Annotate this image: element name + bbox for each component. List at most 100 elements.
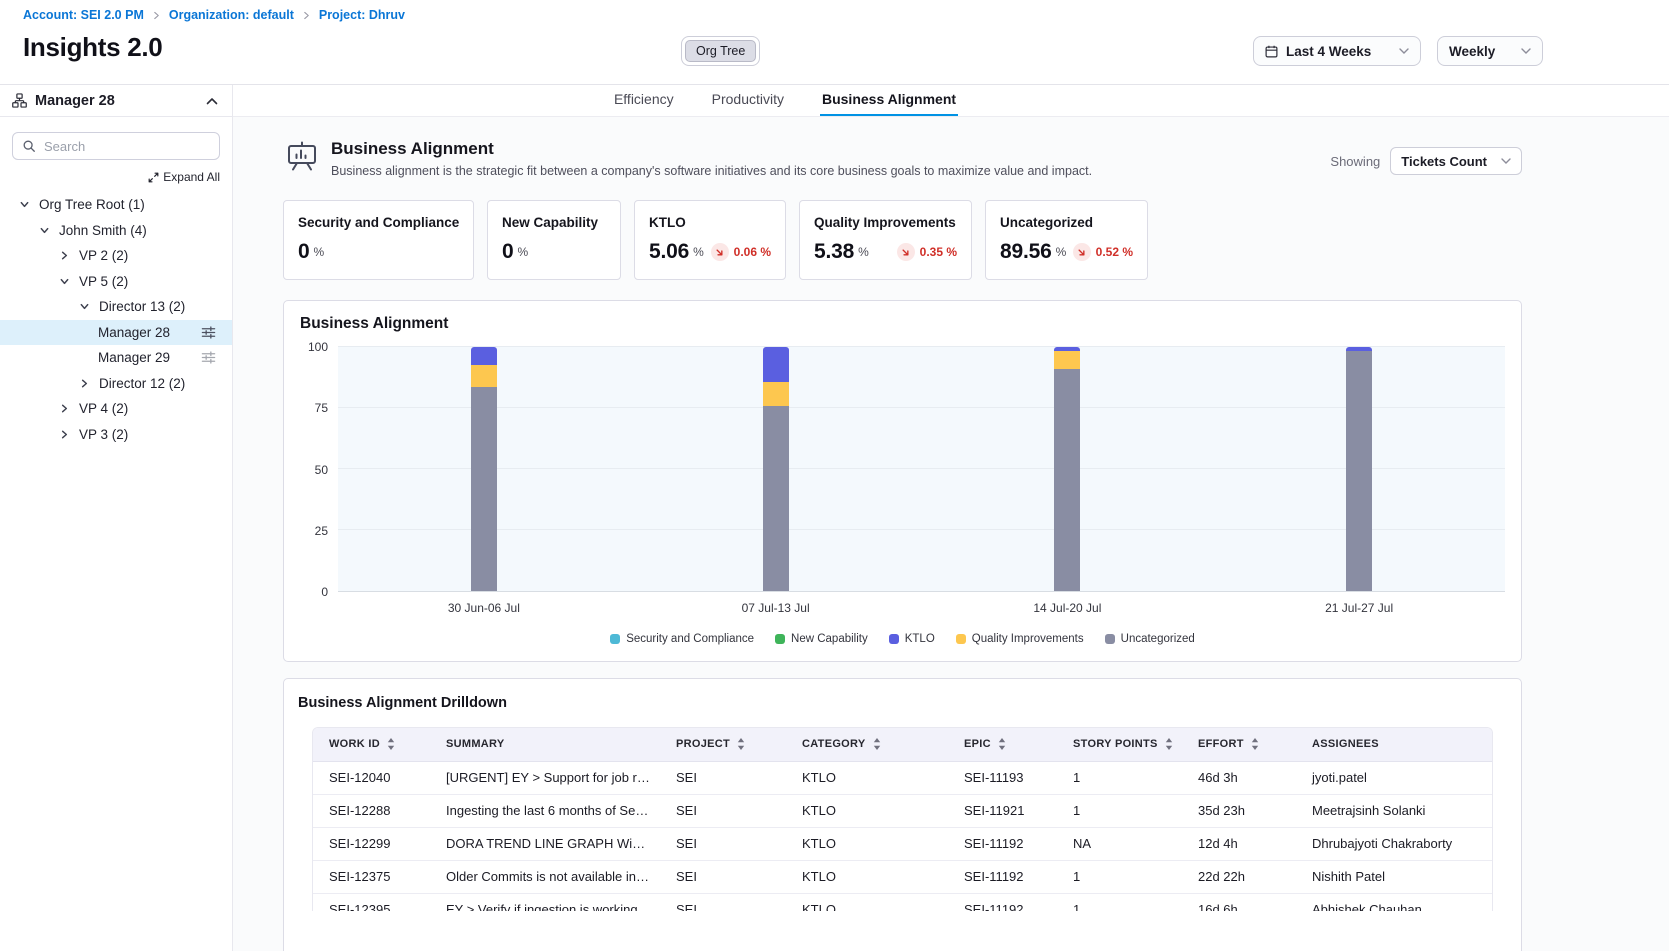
bar-segment-ktlo[interactable]	[471, 347, 497, 365]
date-range-select[interactable]: Last 4 Weeks	[1253, 36, 1421, 66]
y-tick-label: 0	[321, 585, 328, 599]
sort-icon	[873, 738, 881, 750]
chevron-down-icon[interactable]	[18, 199, 30, 211]
column-header-summary[interactable]: SUMMARY	[430, 728, 660, 761]
table-cell: [URGENT] EY > Support for job run par...	[430, 761, 660, 794]
filter-sliders-icon[interactable]	[201, 325, 216, 340]
column-label: EFFORT	[1198, 738, 1244, 750]
table-row[interactable]: SEI-12288Ingesting the last 6 months of …	[313, 794, 1492, 827]
chevron-down-icon	[1521, 48, 1531, 54]
column-label: CATEGORY	[802, 738, 866, 750]
tree-item-label: Director 13 (2)	[99, 299, 185, 314]
metric-delta-badge: 0.35 %	[897, 243, 957, 261]
table-row[interactable]: SEI-12299DORA TREND LINE GRAPH Widgets i…	[313, 827, 1492, 860]
table-cell: 12d 4h	[1182, 827, 1296, 860]
chevron-right-icon[interactable]	[58, 403, 70, 415]
metric-delta-value: 0.35 %	[920, 245, 957, 259]
chart-card: Business Alignment 0255075100 30 Jun-06 …	[283, 300, 1522, 662]
showing-select[interactable]: Tickets Count	[1390, 147, 1522, 175]
tab-business-alignment[interactable]: Business Alignment	[820, 85, 958, 116]
search-input[interactable]	[44, 139, 220, 154]
column-header-work-id[interactable]: WORK ID	[313, 728, 430, 761]
column-header-inner: WORK ID	[329, 738, 422, 750]
legend-item-quality-improvements[interactable]: Quality Improvements	[956, 633, 1084, 645]
table-row[interactable]: SEI-12040[URGENT] EY > Support for job r…	[313, 761, 1492, 794]
column-header-category[interactable]: CATEGORY	[786, 728, 948, 761]
tree-item-director-13-2[interactable]: Director 13 (2)	[0, 294, 232, 320]
bar-segment-ktlo[interactable]	[1054, 347, 1080, 351]
column-header-project[interactable]: PROJECT	[660, 728, 786, 761]
legend-label: KTLO	[905, 633, 935, 645]
tree-item-manager-29[interactable]: Manager 29	[0, 345, 232, 371]
filter-sliders-icon[interactable]	[201, 350, 216, 365]
gridline	[338, 529, 1505, 530]
legend-swatch	[775, 634, 785, 644]
tab-efficiency[interactable]: Efficiency	[612, 85, 676, 116]
metric-card-security-and-compliance: Security and Compliance0%	[283, 200, 474, 280]
metric-card-quality-improvements: Quality Improvements5.38%0.35 %	[799, 200, 972, 280]
tabs-row: Efficiency Productivity Business Alignment	[233, 85, 1669, 117]
expand-all-button[interactable]: Expand All	[148, 170, 220, 184]
table-row[interactable]: SEI-12395EY > Verify if ingestion is wor…	[313, 893, 1492, 911]
tree-item-manager-28[interactable]: Manager 28	[0, 320, 232, 346]
org-tree-button[interactable]: Org Tree	[685, 40, 756, 62]
breadcrumb-link[interactable]: Account: SEI 2.0 PM	[23, 8, 144, 22]
metric-value-row: 0%	[502, 240, 606, 264]
legend-label: Quality Improvements	[972, 633, 1084, 645]
bar-segment-quality-improvements[interactable]	[763, 382, 789, 405]
bar-segment-ktlo[interactable]	[1346, 347, 1372, 351]
calendar-icon	[1265, 45, 1278, 58]
drilldown-table-wrap: WORK ID SUMMARYPROJECT CATEGORY EPICSTORY P…	[312, 727, 1493, 911]
tree-item-vp-5-2[interactable]: VP 5 (2)	[0, 269, 232, 295]
column-header-effort[interactable]: EFFORT	[1182, 728, 1296, 761]
stacked-bar	[471, 347, 497, 591]
table-cell: SEI-12299	[313, 827, 430, 860]
legend-item-uncategorized[interactable]: Uncategorized	[1105, 633, 1195, 645]
chevron-right-icon[interactable]	[58, 250, 70, 262]
bar-segment-uncategorized[interactable]	[763, 406, 789, 591]
legend-item-ktlo[interactable]: KTLO	[889, 633, 935, 645]
tab-productivity[interactable]: Productivity	[710, 85, 786, 116]
drilldown-card: Business Alignment Drilldown WORK IDSUMM…	[283, 678, 1522, 951]
y-tick-label: 100	[308, 340, 328, 354]
metric-value: 5.06	[649, 240, 689, 264]
legend-item-security-and-compliance[interactable]: Security and Compliance	[610, 633, 754, 645]
chevron-right-icon[interactable]	[58, 428, 70, 440]
column-header-story-points[interactable]: STORY POINTS	[1057, 728, 1182, 761]
tree-item-vp-4-2[interactable]: VP 4 (2)	[0, 396, 232, 422]
section-title: Business Alignment	[331, 139, 1092, 159]
tree-item-org-tree-root-1[interactable]: Org Tree Root (1)	[0, 192, 232, 218]
collapse-sidebar-icon[interactable]	[206, 97, 218, 105]
bar-segment-uncategorized[interactable]	[471, 387, 497, 591]
sort-icon	[1165, 738, 1173, 750]
bar-segment-quality-improvements[interactable]	[471, 365, 497, 387]
metric-delta-badge: 0.06 %	[711, 243, 771, 261]
granularity-select[interactable]: Weekly	[1437, 36, 1543, 66]
showing-value: Tickets Count	[1401, 154, 1487, 169]
table-cell: SEI-11192	[948, 893, 1057, 911]
table-cell: Meetrajsinh Solanki	[1296, 794, 1492, 827]
breadcrumb-link[interactable]: Organization: default	[169, 8, 294, 22]
breadcrumb-link[interactable]: Project: Dhruv	[319, 8, 405, 22]
column-header-epic[interactable]: EPIC	[948, 728, 1057, 761]
header-controls: Last 4 Weeks Weekly	[1253, 36, 1543, 66]
column-header-assignees[interactable]: ASSIGNEES	[1296, 728, 1492, 761]
chevron-down-icon[interactable]	[78, 301, 90, 313]
bar-segment-ktlo[interactable]	[763, 347, 789, 382]
metric-value: 5.38	[814, 240, 854, 264]
table-cell: 1	[1057, 860, 1182, 893]
tree-item-label: John Smith (4)	[59, 223, 147, 238]
tree-item-director-12-2[interactable]: Director 12 (2)	[0, 371, 232, 397]
table-row[interactable]: SEI-12375Older Commits is not available …	[313, 860, 1492, 893]
legend-item-new-capability[interactable]: New Capability	[775, 633, 868, 645]
bar-segment-uncategorized[interactable]	[1346, 351, 1372, 591]
tree-item-vp-2-2[interactable]: VP 2 (2)	[0, 243, 232, 269]
bar-segment-uncategorized[interactable]	[1054, 369, 1080, 591]
chevron-right-icon[interactable]	[78, 377, 90, 389]
chevron-down-icon[interactable]	[38, 224, 50, 236]
sort-icon	[387, 738, 395, 750]
bar-segment-quality-improvements[interactable]	[1054, 351, 1080, 369]
tree-item-john-smith-4[interactable]: John Smith (4)	[0, 218, 232, 244]
tree-item-vp-3-2[interactable]: VP 3 (2)	[0, 422, 232, 448]
chevron-down-icon[interactable]	[58, 275, 70, 287]
